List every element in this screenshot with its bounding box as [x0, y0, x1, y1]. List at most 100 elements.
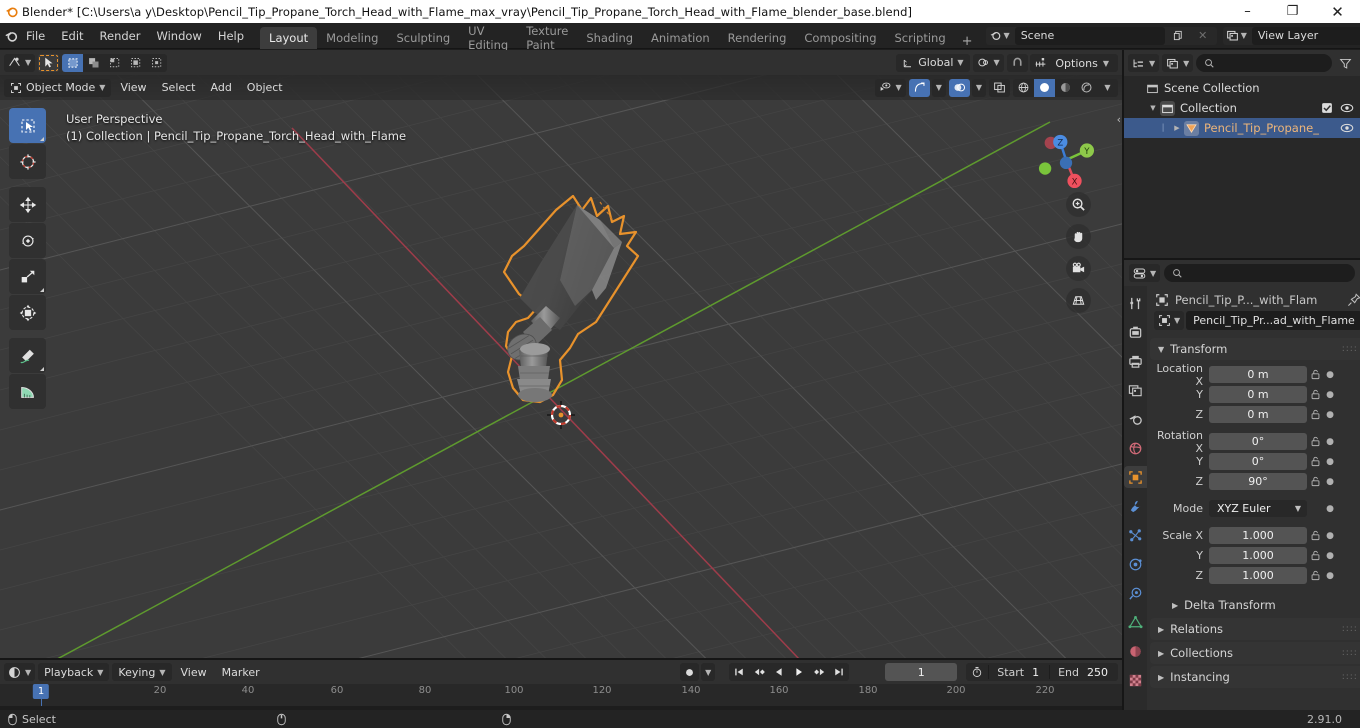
select-mode-group[interactable]: [62, 53, 168, 72]
data-tab[interactable]: [1124, 611, 1147, 633]
rotation-z-animate-dot[interactable]: ●: [1323, 477, 1337, 487]
pivot-point-dropdown[interactable]: ▼: [972, 53, 1004, 72]
blender-menu-icon[interactable]: [4, 23, 18, 49]
xray-toggle-icon[interactable]: [989, 78, 1010, 97]
output-tab[interactable]: [1124, 350, 1147, 372]
collections-panel-header[interactable]: ▶ Collections ::::: [1150, 642, 1360, 664]
tab-sculpting[interactable]: Sculpting: [387, 27, 459, 49]
rotation-y-animate-dot[interactable]: ●: [1323, 457, 1337, 467]
scale-y-animate-dot[interactable]: ●: [1323, 551, 1337, 561]
viewport-menu-select[interactable]: Select: [156, 79, 202, 97]
current-frame-field[interactable]: 1: [885, 663, 958, 681]
timeline-ruler[interactable]: 20 40 60 80 100 120 140 160 180 200 220 …: [0, 684, 1122, 706]
render-tab[interactable]: [1124, 321, 1147, 343]
instancing-disclosure-icon[interactable]: ▶: [1158, 673, 1164, 682]
scale-x-field[interactable]: 1.000: [1209, 527, 1307, 544]
tweak-tool[interactable]: [9, 108, 46, 143]
object-visibility-eye-icon[interactable]: [1340, 121, 1354, 135]
tab-shading[interactable]: Shading: [577, 27, 642, 49]
select-invert-icon[interactable]: [125, 54, 146, 72]
scene-name-field[interactable]: Scene: [1014, 26, 1165, 45]
zoom-icon[interactable]: [1066, 192, 1091, 217]
location-x-animate-dot[interactable]: ●: [1323, 370, 1337, 380]
select-difference-icon[interactable]: [146, 54, 167, 72]
location-y-lock-icon[interactable]: [1307, 389, 1323, 400]
rotate-tool[interactable]: [9, 223, 46, 258]
3d-viewport[interactable]: ▼ Global ▼ ▼ Options ▼ Object Mode ▼ Vie…: [0, 50, 1122, 658]
select-set-icon[interactable]: [62, 53, 84, 72]
view-layer-name-field[interactable]: View Layer: [1251, 26, 1360, 45]
collections-disclosure-icon[interactable]: ▶: [1158, 649, 1164, 658]
menu-render[interactable]: Render: [92, 26, 149, 46]
rotation-z-field[interactable]: 90°: [1209, 473, 1307, 490]
transform-tool[interactable]: [9, 295, 46, 330]
relations-disclosure-icon[interactable]: ▶: [1158, 625, 1164, 634]
properties-editor-type-icon[interactable]: ▼: [1129, 264, 1161, 282]
minimize-button[interactable]: –: [1225, 0, 1270, 23]
scale-z-animate-dot[interactable]: ●: [1323, 571, 1337, 581]
menu-window[interactable]: Window: [148, 26, 209, 46]
viewport-menu-object[interactable]: Object: [241, 79, 289, 97]
jump-to-end-button[interactable]: [829, 663, 849, 681]
select-subtract-icon[interactable]: [104, 54, 125, 72]
timeline-editor-type-icon[interactable]: ▼: [4, 663, 36, 681]
instancing-panel-header[interactable]: ▶ Instancing ::::: [1150, 666, 1360, 688]
tool-tab[interactable]: [1124, 292, 1147, 314]
texture-tab[interactable]: [1124, 669, 1147, 691]
measure-tool[interactable]: [9, 374, 46, 409]
scene-icon[interactable]: [989, 29, 1002, 42]
outliner-filter-icon[interactable]: [1335, 54, 1356, 72]
view-layer-icon[interactable]: [1226, 29, 1239, 42]
auto-keying-toggle[interactable]: [680, 663, 700, 681]
location-x-field[interactable]: 0 m: [1209, 366, 1307, 383]
object-id-type-button[interactable]: ▼: [1154, 311, 1185, 330]
add-workspace-button[interactable]: +: [955, 34, 980, 49]
viewport-menu-add[interactable]: Add: [205, 79, 238, 97]
view-layer-tab[interactable]: [1124, 379, 1147, 401]
object-visibility-icon[interactable]: ▼: [874, 78, 906, 97]
scale-x-animate-dot[interactable]: ●: [1323, 531, 1337, 541]
camera-view-icon[interactable]: [1066, 256, 1091, 281]
transform-disclosure-icon[interactable]: ▼: [1158, 345, 1164, 354]
rotation-z-lock-icon[interactable]: [1307, 476, 1323, 487]
end-frame-value[interactable]: 250: [1085, 666, 1118, 679]
delta-transform-panel-header[interactable]: ▶ Delta Transform: [1150, 594, 1360, 616]
pan-hand-icon[interactable]: [1066, 224, 1091, 249]
transform-panel-grip-icon[interactable]: ::::: [1342, 344, 1358, 354]
modifier-tab[interactable]: [1124, 495, 1147, 517]
play-reverse-button[interactable]: [769, 663, 789, 681]
material-tab[interactable]: [1124, 640, 1147, 662]
tab-layout[interactable]: Layout: [260, 26, 318, 49]
object-mode-dropdown[interactable]: Object Mode ▼: [4, 78, 112, 97]
rendered-shading-icon[interactable]: [1076, 79, 1097, 97]
annotate-tool[interactable]: [9, 338, 46, 373]
play-button[interactable]: [789, 663, 809, 681]
outliner-display-mode-dropdown[interactable]: ▼: [1162, 54, 1194, 72]
location-y-animate-dot[interactable]: ●: [1323, 390, 1337, 400]
instancing-panel-grip-icon[interactable]: ::::: [1342, 672, 1358, 682]
prev-keyframe-button[interactable]: [749, 663, 769, 681]
tab-modeling[interactable]: Modeling: [317, 27, 387, 49]
location-z-animate-dot[interactable]: ●: [1323, 410, 1337, 420]
world-tab[interactable]: [1124, 437, 1147, 459]
collections-panel-grip-icon[interactable]: ::::: [1342, 648, 1358, 658]
show-gizmo-icon[interactable]: [908, 78, 930, 97]
tab-uv-editing[interactable]: UV Editing: [459, 24, 517, 52]
gizmo-settings-dropdown[interactable]: ▼: [931, 78, 946, 97]
maximize-button[interactable]: ❐: [1270, 0, 1315, 23]
constraints-tab[interactable]: [1124, 582, 1147, 604]
editor-type-button[interactable]: ▼: [4, 53, 36, 72]
move-tool[interactable]: [9, 187, 46, 222]
rotation-x-animate-dot[interactable]: ●: [1323, 437, 1337, 447]
tab-compositing[interactable]: Compositing: [795, 27, 885, 49]
select-extend-icon[interactable]: [83, 54, 104, 72]
rotation-y-field[interactable]: 0°: [1209, 453, 1307, 470]
next-keyframe-button[interactable]: [809, 663, 829, 681]
viewport-menu-view[interactable]: View: [114, 79, 152, 97]
use-preview-range-icon[interactable]: [966, 666, 988, 678]
rotation-x-field[interactable]: 0°: [1209, 433, 1307, 450]
collection-visibility-eye-icon[interactable]: [1340, 101, 1354, 115]
rotation-x-lock-icon[interactable]: [1307, 436, 1323, 447]
viewport-options-dropdown[interactable]: Options ▼: [1048, 54, 1116, 72]
cursor-tool[interactable]: [9, 144, 46, 179]
